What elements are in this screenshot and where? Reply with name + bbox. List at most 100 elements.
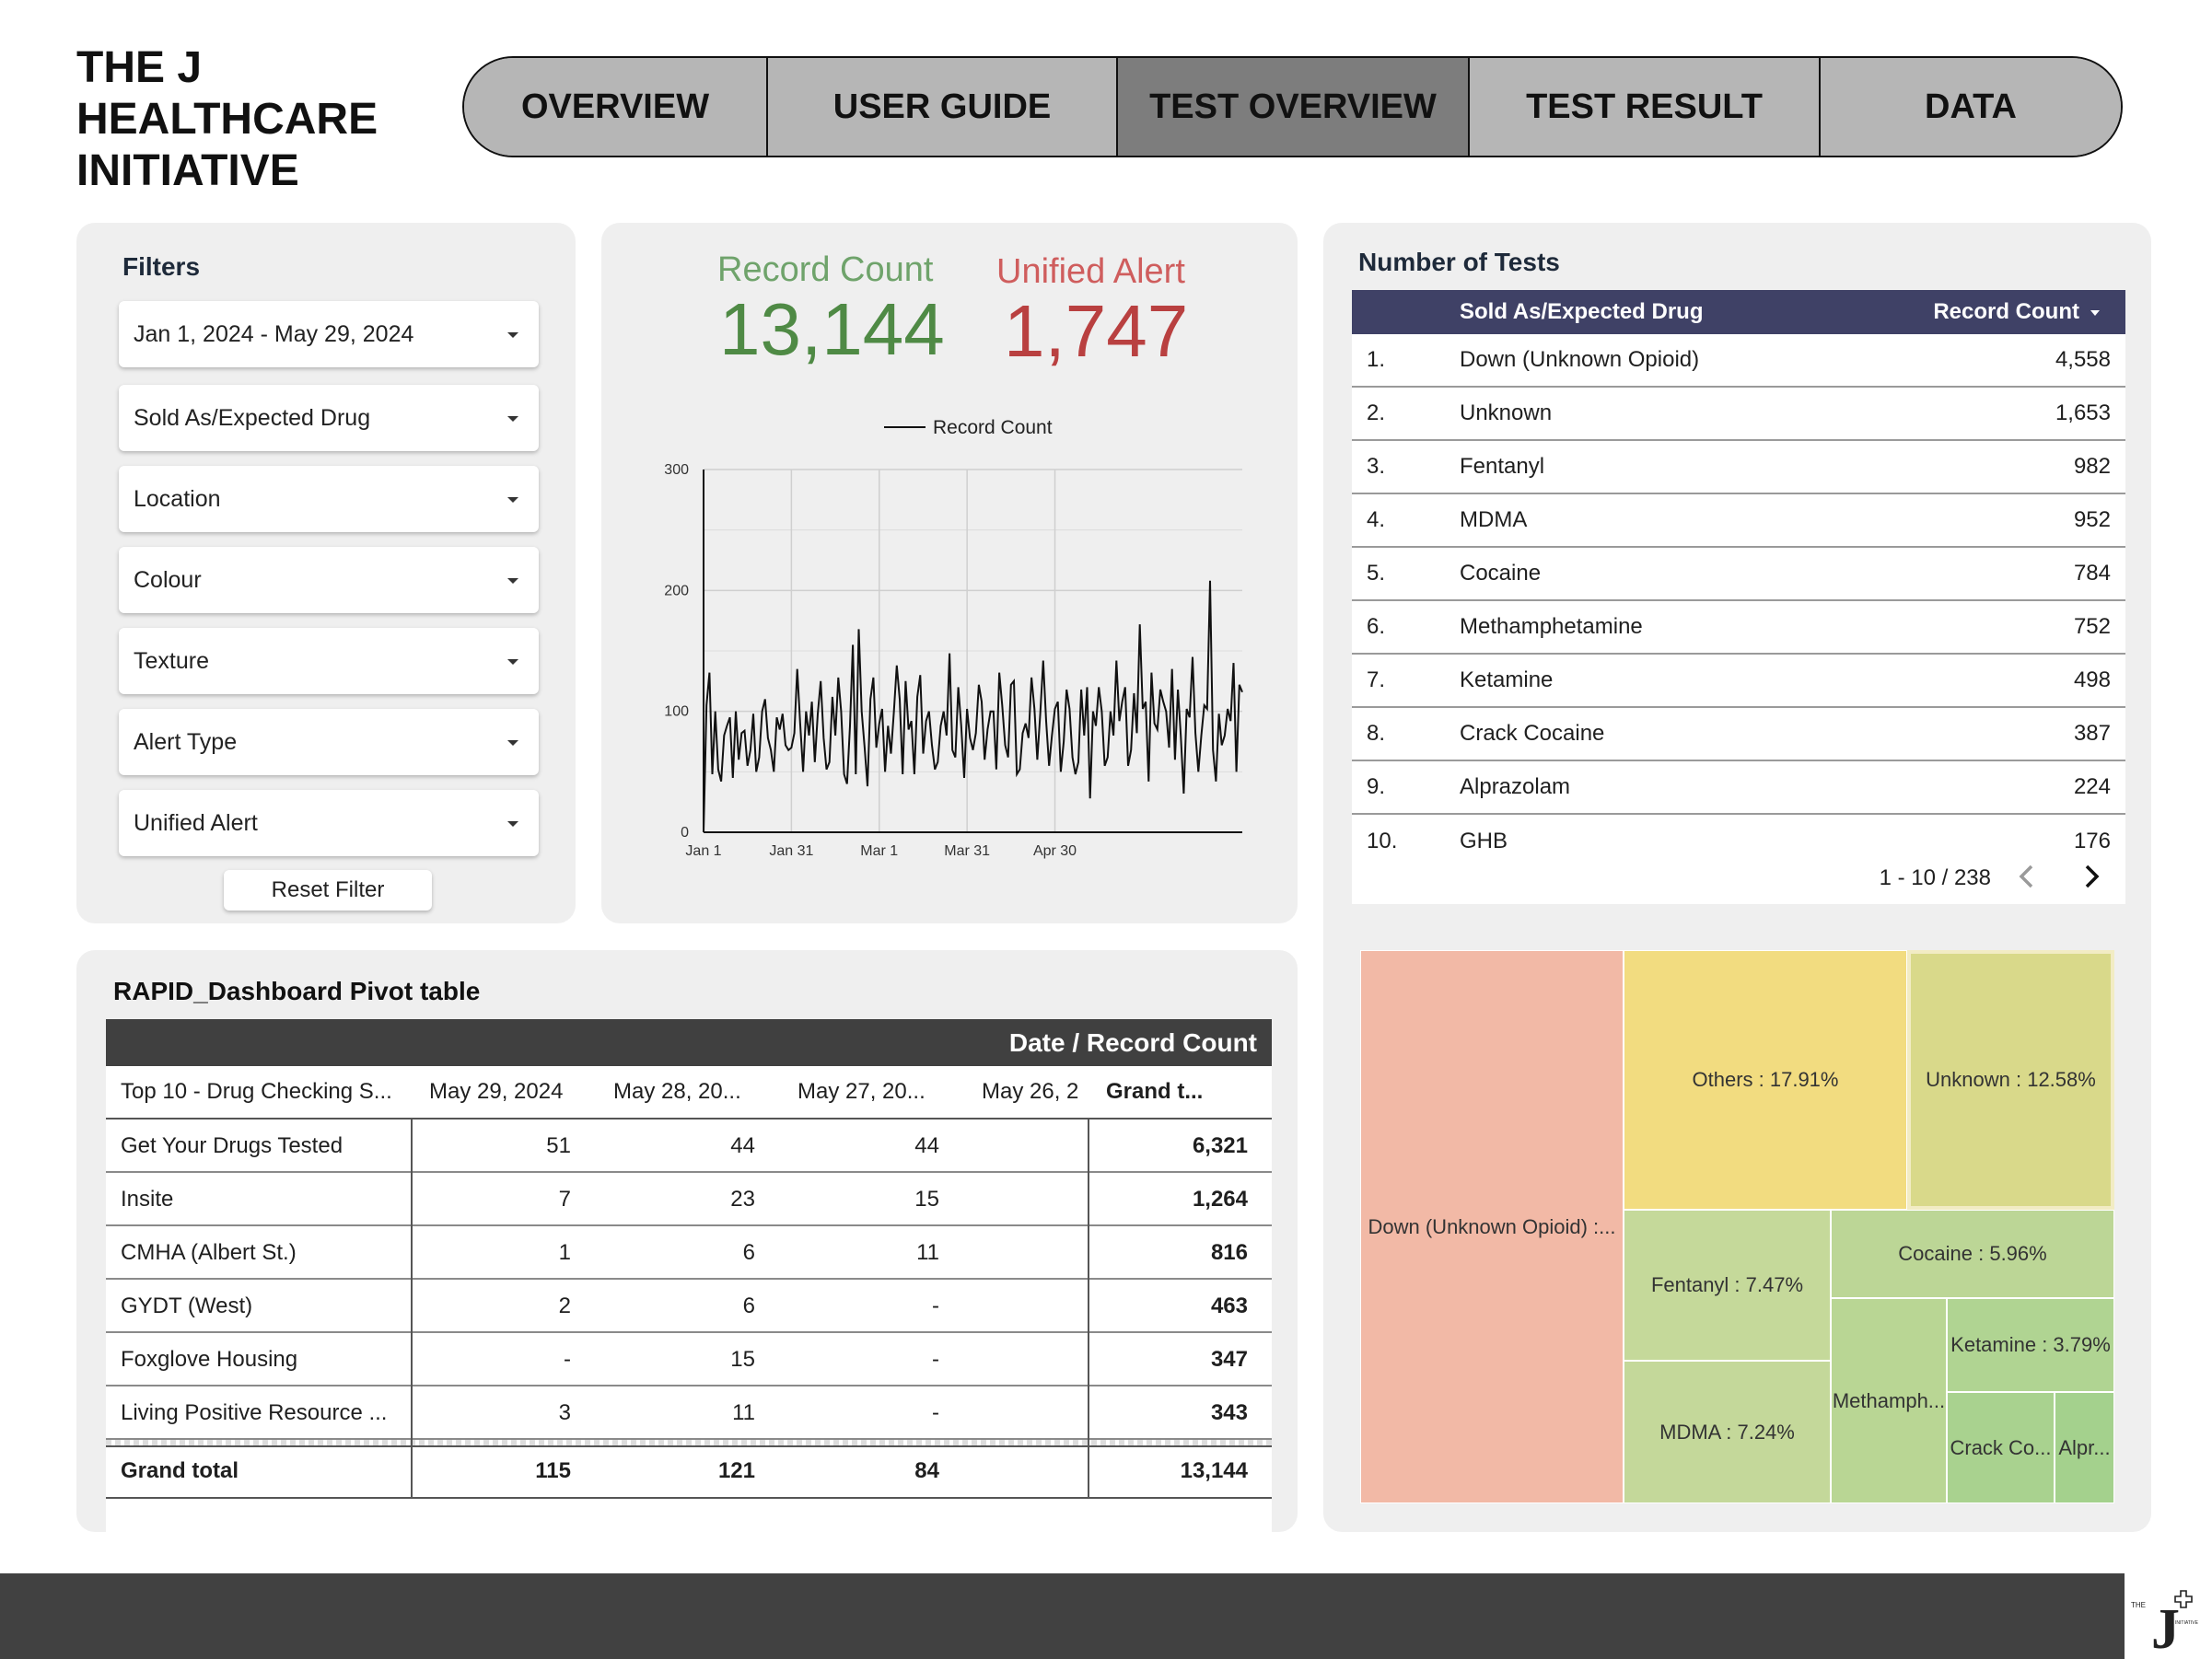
column-header-record-count[interactable]: Record Count <box>1933 299 2100 325</box>
dropdown-caret-icon <box>507 821 518 827</box>
x-tick-label: Jan 31 <box>769 843 813 859</box>
row-divider <box>106 1278 1272 1280</box>
pivot-grand-total: 13,144 <box>1180 1458 1248 1483</box>
pivot-row-site: Living Positive Resource ... <box>121 1400 388 1425</box>
row-index: 6. <box>1367 614 1386 639</box>
treemap-label: Down (Unknown Opioid) :... <box>1368 1214 1616 1238</box>
tests-table-row[interactable]: 8. Crack Cocaine 387 <box>1352 708 2125 761</box>
tab-user-guide[interactable]: USER GUIDE <box>768 58 1118 156</box>
colour-filter[interactable]: Colour <box>119 547 539 613</box>
pivot-grand-total-label: Grand total <box>121 1458 239 1483</box>
y-tick-label: 200 <box>664 583 689 598</box>
treemap-cell-methamphetamine[interactable]: Methamph... <box>1831 1298 1947 1503</box>
filters-panel: Filters Jan 1, 2024 - May 29, 2024 Sold … <box>76 223 576 923</box>
texture-filter[interactable]: Texture <box>119 628 539 694</box>
tests-table-row[interactable]: 1. Down (Unknown Opioid) 4,558 <box>1352 334 2125 388</box>
column-gap <box>589 1116 600 1118</box>
j-initiative-logo-icon: THE J INITIATIVE <box>2131 1590 2199 1659</box>
pivot-column-header[interactable]: Grand t... <box>1106 1079 1263 1105</box>
row-record-count: 224 <box>2073 774 2111 799</box>
pivot-header: Date / Record Count <box>106 1019 1272 1066</box>
row-record-count: 4,558 <box>2055 347 2111 372</box>
x-tick-label: Apr 30 <box>1033 843 1077 859</box>
row-drug-name: Fentanyl <box>1460 454 1545 479</box>
row-index: 4. <box>1367 507 1386 532</box>
pivot-grand-total-value: 115 <box>535 1458 571 1483</box>
pivot-column-header[interactable]: May 26, 20 <box>982 1079 1078 1105</box>
treemap-cell-alprazolam[interactable]: Alpr... <box>2055 1392 2114 1503</box>
pivot-cell-value: - <box>932 1294 939 1318</box>
dropdown-caret-icon <box>507 659 518 665</box>
row-drug-name: Ketamine <box>1460 667 1554 692</box>
tests-table-row[interactable]: 2. Unknown 1,653 <box>1352 388 2125 441</box>
pivot-grand-total-value: 84 <box>914 1458 939 1483</box>
treemap-cell-mdma[interactable]: MDMA : 7.24% <box>1624 1361 1831 1503</box>
reset-filter-button[interactable]: Reset Filter <box>224 870 432 911</box>
tab-overview[interactable]: OVERVIEW <box>464 58 768 156</box>
column-divider <box>1088 1120 1089 1499</box>
row-drug-name: Alprazolam <box>1460 774 1571 799</box>
treemap-cell-fentanyl[interactable]: Fentanyl : 7.47% <box>1624 1210 1831 1361</box>
tab-test-overview[interactable]: TEST OVERVIEW <box>1118 58 1470 156</box>
alert-type-filter[interactable]: Alert Type <box>119 709 539 775</box>
row-record-count: 952 <box>2073 507 2111 532</box>
filter-label: Colour <box>134 566 202 593</box>
column-gap <box>774 1116 785 1118</box>
series-line-record-count <box>703 580 1243 833</box>
filter-label: Alert Type <box>134 728 238 755</box>
pivot-row-total: 343 <box>1210 1400 1248 1425</box>
pivot-row-site: Insite <box>121 1187 174 1212</box>
treemap-cell-crack-cocaine[interactable]: Crack Co... <box>1947 1392 2055 1503</box>
header-divider <box>106 1118 1272 1120</box>
y-tick-label: 100 <box>664 704 689 720</box>
row-record-count: 752 <box>2073 614 2111 639</box>
treemap-cell-others[interactable]: Others : 17.91% <box>1624 950 1907 1210</box>
pivot-cell-value: 11 <box>916 1240 939 1265</box>
row-record-count: 982 <box>2073 454 2111 479</box>
row-index: 8. <box>1367 721 1386 746</box>
pivot-column-header[interactable]: May 28, 20... <box>613 1079 770 1105</box>
chevron-right-icon[interactable] <box>2076 860 2107 893</box>
tests-table-header: Sold As/Expected Drug Record Count <box>1352 290 2125 334</box>
unified-alert-filter[interactable]: Unified Alert <box>119 790 539 856</box>
treemap-cell-unknown[interactable]: Unknown : 12.58% <box>1907 950 2114 1210</box>
row-drug-name: Methamphetamine <box>1460 614 1643 639</box>
pivot-column-header[interactable]: Top 10 - Drug Checking S... <box>121 1079 398 1105</box>
date-range-filter[interactable]: Jan 1, 2024 - May 29, 2024 <box>119 301 539 367</box>
footer-bar <box>0 1573 2125 1659</box>
tests-table-row[interactable]: 6. Methamphetamine 752 <box>1352 601 2125 655</box>
expected-drug-filter[interactable]: Sold As/Expected Drug <box>119 385 539 451</box>
row-record-count: 1,653 <box>2055 400 2111 425</box>
treemap-cell-cocaine[interactable]: Cocaine : 5.96% <box>1831 1210 2114 1298</box>
column-header-drug[interactable]: Sold As/Expected Drug <box>1460 299 1704 325</box>
row-drug-name: Crack Cocaine <box>1460 721 1605 746</box>
dropdown-caret-icon <box>507 332 518 338</box>
treemap-cell-down[interactable]: Down (Unknown Opioid) :... <box>1360 950 1624 1503</box>
treemap-label: MDMA : 7.24% <box>1659 1420 1795 1444</box>
pivot-column-header[interactable]: May 27, 20... <box>797 1079 954 1105</box>
filters-title: Filters <box>122 252 201 281</box>
pivot-column-header[interactable]: May 29, 2024 <box>429 1079 586 1105</box>
tests-table-row[interactable]: 4. MDMA 952 <box>1352 494 2125 548</box>
tab-data[interactable]: DATA <box>1821 58 2121 156</box>
tests-table: Sold As/Expected Drug Record Count 1. Dow… <box>1352 290 2125 868</box>
row-divider <box>106 1331 1272 1333</box>
y-tick-label: 0 <box>681 825 689 841</box>
treemap-cell-ketamine[interactable]: Ketamine : 3.79% <box>1947 1298 2114 1392</box>
sort-desc-icon <box>2090 309 2100 316</box>
tests-table-row[interactable]: 7. Ketamine 498 <box>1352 655 2125 708</box>
location-filter[interactable]: Location <box>119 466 539 532</box>
dropdown-caret-icon <box>507 578 518 584</box>
chevron-left-icon[interactable] <box>2011 860 2043 893</box>
svg-text:THE: THE <box>2131 1601 2146 1609</box>
pivot-title: RAPID_Dashboard Pivot table <box>113 977 481 1005</box>
record-count-line-chart: 0 100 200 300 Jan 1 Jan 31 Mar 1 Mar 31 Apr 30 Re… <box>664 417 1243 859</box>
tests-table-row[interactable]: 9. Alprazolam 224 <box>1352 761 2125 815</box>
svg-text:J: J <box>2151 1598 2180 1659</box>
tests-table-row[interactable]: 5. Cocaine 784 <box>1352 548 2125 601</box>
row-index: 3. <box>1367 454 1386 479</box>
row-drug-name: Unknown <box>1460 400 1553 425</box>
pivot-cell-value: 44 <box>914 1133 939 1158</box>
tests-table-row[interactable]: 3. Fentanyl 982 <box>1352 441 2125 494</box>
tab-test-result[interactable]: TEST RESULT <box>1470 58 1821 156</box>
